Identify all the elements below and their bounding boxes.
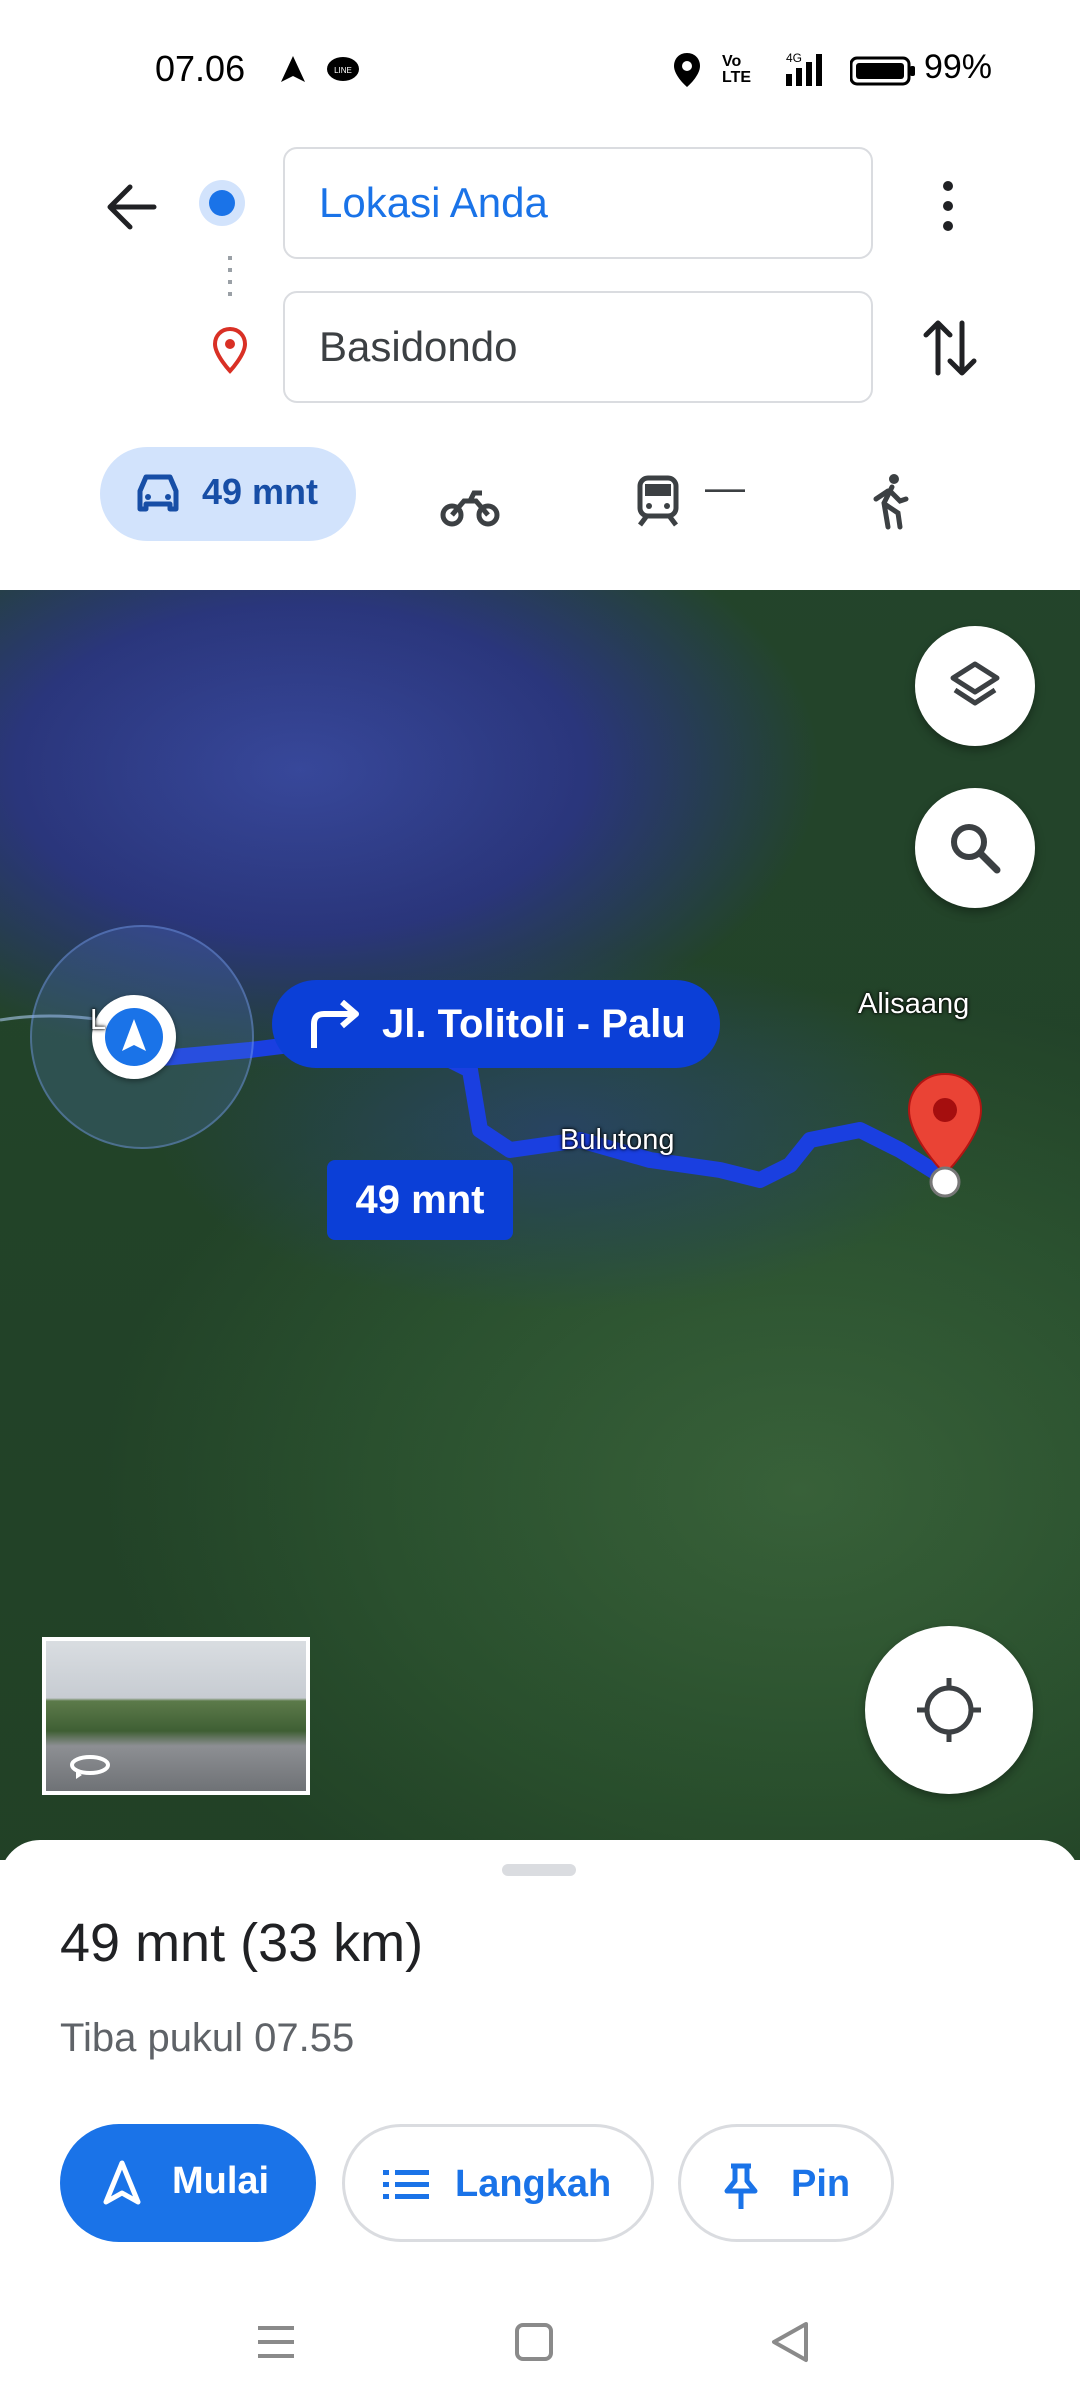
mode-car-chip[interactable]: 49 mnt <box>100 447 356 541</box>
layers-icon <box>950 661 1000 706</box>
rotate-360-icon <box>70 1755 110 1779</box>
walk-icon[interactable] <box>870 468 910 534</box>
svg-text:4G: 4G <box>786 51 802 65</box>
pin-label: Pin <box>791 2163 851 2205</box>
street-view-thumbnail[interactable] <box>42 1637 310 1795</box>
turn-instruction-text: Jl. Tolitoli - Palu <box>382 1002 686 1046</box>
line-app-icon: LINE <box>327 57 359 81</box>
volte-badge: Vo LTE <box>722 53 752 86</box>
map-label-alisaang: Alisaang <box>858 988 970 1020</box>
origin-input[interactable]: Lokasi Anda <box>283 147 873 259</box>
start-label: Mulai <box>172 2160 270 2202</box>
destination-input[interactable]: Basidondo <box>283 291 873 403</box>
motorcycle-icon[interactable] <box>440 474 500 540</box>
map-label-bulutong: Bulutong <box>560 1124 675 1156</box>
destination-pin-icon <box>212 326 248 374</box>
location-status-icon <box>674 53 700 87</box>
back-arrow-icon[interactable] <box>100 175 164 239</box>
origin-dot-icon <box>209 190 235 216</box>
system-nav-bar <box>0 2280 1080 2400</box>
car-icon <box>137 474 179 512</box>
more-vert-icon[interactable] <box>930 176 966 236</box>
map-view[interactable]: L Jl. Tolitoli - Palu 49 mnt Bulutong Al… <box>0 590 1080 1860</box>
car-time: 49 mnt <box>202 471 319 512</box>
route-duration-distance: 49 mnt (33 km) <box>60 1913 424 1973</box>
navigation-status-icon <box>281 56 305 82</box>
map-search-button[interactable] <box>915 788 1035 908</box>
my-location-icon <box>917 1678 981 1742</box>
status-bar: 07.06 LINE Vo LTE 4G 99% <box>0 0 1080 140</box>
search-icon <box>951 824 1001 874</box>
map-label-origin: L <box>90 1004 107 1036</box>
train-icon[interactable] <box>636 468 680 534</box>
svg-text:LINE: LINE <box>334 66 352 75</box>
turn-right-icon <box>311 1000 359 1048</box>
start-button[interactable]: Mulai <box>60 2124 316 2242</box>
route-dots-divider <box>228 256 232 300</box>
steps-label: Langkah <box>455 2163 612 2205</box>
transit-time: — <box>705 466 745 510</box>
sheet-drag-handle[interactable] <box>502 1864 576 1876</box>
status-time: 07.06 <box>155 48 246 89</box>
turn-instruction-callout: Jl. Tolitoli - Palu <box>272 980 720 1068</box>
route-time-callout: 49 mnt <box>327 1160 513 1240</box>
pin-icon <box>724 2163 758 2209</box>
battery-icon <box>850 56 915 86</box>
navigation-arrow-icon <box>103 2160 141 2205</box>
back-triangle-icon[interactable] <box>770 2320 810 2364</box>
my-location-button[interactable] <box>865 1626 1033 1794</box>
pin-button[interactable]: Pin <box>678 2124 894 2242</box>
steps-button[interactable]: Langkah <box>342 2124 654 2242</box>
swap-icon[interactable] <box>920 315 980 381</box>
destination-marker-icon[interactable] <box>900 1070 990 1200</box>
home-square-icon[interactable] <box>514 2322 554 2362</box>
signal-icon: 4G <box>786 51 822 86</box>
menu-icon[interactable] <box>256 2324 296 2360</box>
navigation-icon <box>105 1008 163 1066</box>
arrival-time: Tiba pukul 07.55 <box>60 2016 355 2060</box>
list-icon <box>383 2170 429 2199</box>
battery-percent: 99% <box>923 48 992 86</box>
layers-button[interactable] <box>915 626 1035 746</box>
